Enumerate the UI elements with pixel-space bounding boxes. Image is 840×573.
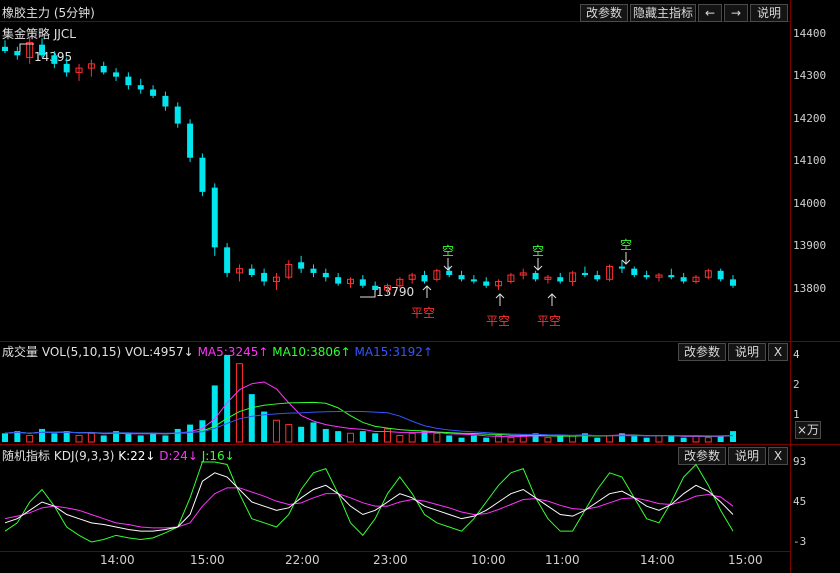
volume-bar xyxy=(150,433,157,442)
candle-body xyxy=(187,123,194,158)
volume-bar xyxy=(384,428,392,443)
candle-body xyxy=(581,272,588,276)
candle-body xyxy=(730,279,736,286)
ma5-line xyxy=(4,381,734,438)
volume-bar xyxy=(310,422,317,442)
candle-body xyxy=(643,275,650,278)
candle-body xyxy=(150,89,157,96)
volume-bar xyxy=(606,434,614,443)
candle-body xyxy=(668,275,675,278)
volume-bar xyxy=(346,432,354,443)
candle-body xyxy=(39,44,46,56)
volume-bar xyxy=(372,433,379,442)
volume-bar xyxy=(187,424,194,442)
candle-body xyxy=(631,268,638,276)
volume-bar xyxy=(261,411,268,442)
candle-body xyxy=(532,272,539,280)
volume-bar xyxy=(359,431,366,442)
volume-bar xyxy=(87,432,95,443)
candle-body xyxy=(113,72,120,77)
candle-body xyxy=(137,85,144,90)
candle-body xyxy=(359,279,366,286)
volume-bar xyxy=(100,435,107,442)
volume-bar xyxy=(458,437,465,442)
volume-bar xyxy=(272,419,280,443)
candle-body xyxy=(372,285,379,290)
candle-body xyxy=(298,262,305,269)
candle-body xyxy=(224,247,231,273)
volume-bar xyxy=(51,433,58,442)
volume-bar xyxy=(470,435,477,442)
j-line xyxy=(4,461,734,543)
d-line xyxy=(4,487,734,529)
candle-body xyxy=(51,55,58,64)
volume-bar xyxy=(248,394,255,442)
candle-body xyxy=(458,275,465,280)
candle-body xyxy=(100,66,107,73)
volume-bar xyxy=(285,424,293,443)
volume-bar xyxy=(594,437,601,442)
candle-body xyxy=(261,272,268,282)
volume-bar xyxy=(408,432,416,443)
candle-body xyxy=(14,51,21,56)
volume-bar xyxy=(75,434,83,443)
candle-body xyxy=(446,270,453,276)
volume-bar xyxy=(39,428,46,442)
candle-body xyxy=(174,106,181,124)
volume-bar xyxy=(483,437,490,442)
candle-body xyxy=(483,281,490,286)
volume-bar xyxy=(322,428,329,442)
volume-bar xyxy=(396,434,404,443)
volume-bar xyxy=(224,355,231,442)
volume-bar xyxy=(730,431,736,442)
volume-bar xyxy=(125,433,132,442)
candle-body xyxy=(470,279,477,282)
low-pointer xyxy=(360,290,376,298)
volume-bar xyxy=(2,433,8,442)
ma10-line xyxy=(4,401,734,437)
candle-body xyxy=(594,275,601,280)
candle-body xyxy=(63,63,70,73)
candle-body xyxy=(680,277,687,282)
volume-bar xyxy=(137,435,144,442)
candle-body xyxy=(335,277,342,284)
candle-body xyxy=(717,270,724,280)
volume-bar xyxy=(544,437,552,443)
volume-bar xyxy=(507,437,515,443)
volume-bar xyxy=(298,426,305,442)
volume-bar xyxy=(211,385,218,442)
candle-body xyxy=(199,157,206,192)
candle-body xyxy=(248,268,255,276)
volume-bar xyxy=(655,434,663,443)
candle-body xyxy=(2,46,8,52)
candle-body xyxy=(211,187,218,248)
volume-bar xyxy=(26,434,34,443)
volume-bar xyxy=(335,431,342,442)
volume-bar xyxy=(680,437,687,442)
candle-body xyxy=(421,275,428,282)
volume-bar xyxy=(433,432,441,443)
volume-bar xyxy=(162,435,169,442)
volume-bar xyxy=(643,437,650,442)
candle-body xyxy=(125,76,132,86)
candle-body xyxy=(618,266,625,269)
candle-body xyxy=(162,95,169,107)
candle-body xyxy=(322,272,329,278)
candle-body xyxy=(557,277,564,282)
volume-bar xyxy=(668,435,675,442)
candle-body xyxy=(310,268,317,273)
volume-bar xyxy=(704,437,712,443)
chart-canvas xyxy=(2,36,736,543)
volume-bar xyxy=(235,363,243,443)
volume-bar xyxy=(631,435,638,442)
volume-bar xyxy=(174,428,181,442)
volume-bar xyxy=(446,435,453,442)
